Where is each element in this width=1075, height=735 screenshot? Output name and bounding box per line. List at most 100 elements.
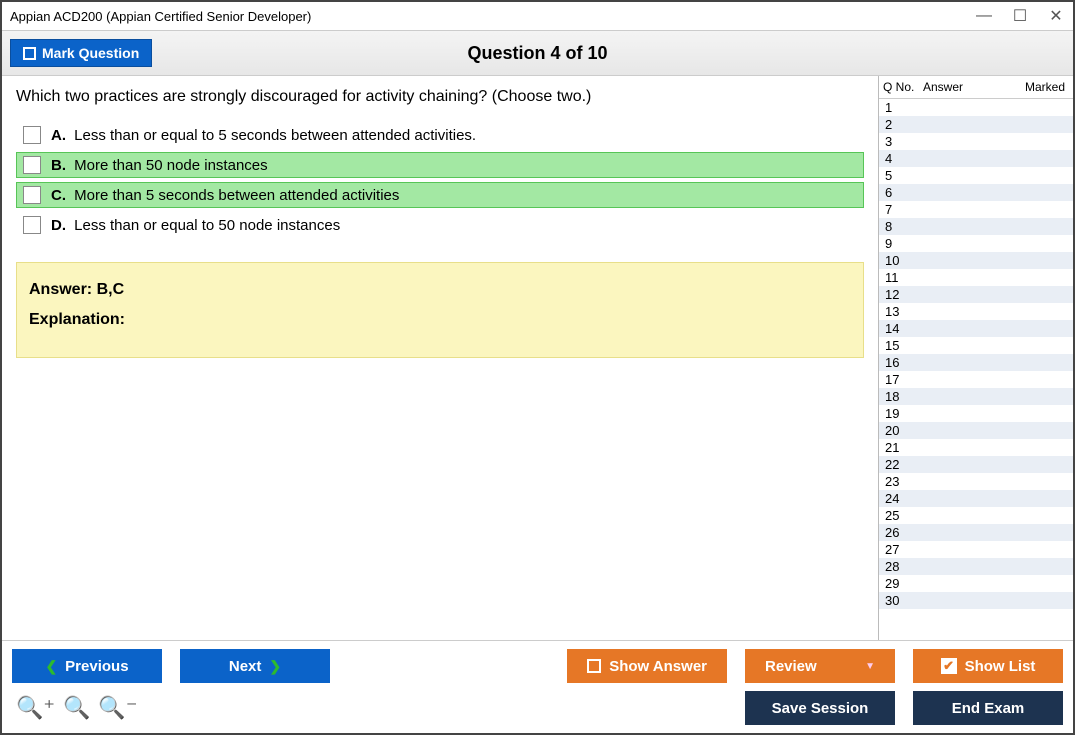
question-list-row[interactable]: 17 xyxy=(879,371,1073,388)
option-checkbox[interactable] xyxy=(23,156,41,174)
option-label: Less than or equal to 50 node instances xyxy=(70,217,340,234)
options-list: A. Less than or equal to 5 seconds betwe… xyxy=(16,122,864,238)
triangle-down-icon: ▼ xyxy=(865,661,875,672)
question-list-row[interactable]: 7 xyxy=(879,201,1073,218)
next-label: Next xyxy=(229,658,262,675)
save-session-label: Save Session xyxy=(772,700,869,717)
show-answer-label: Show Answer xyxy=(609,658,707,675)
option-letter: D. xyxy=(51,217,66,234)
chevron-left-icon: ❮ xyxy=(45,658,57,675)
minimize-icon[interactable]: — xyxy=(975,7,993,25)
question-list-row[interactable]: 12 xyxy=(879,286,1073,303)
next-button[interactable]: Next ❯ xyxy=(180,649,330,683)
main-area: Which two practices are strongly discour… xyxy=(2,76,1073,640)
window-controls: — ☐ ✕ xyxy=(975,6,1065,26)
button-row-1: ❮ Previous Next ❯ Show Answer Review ▼ ✔… xyxy=(12,649,1063,683)
option-text: C. More than 5 seconds between attended … xyxy=(51,187,399,204)
end-exam-label: End Exam xyxy=(952,700,1025,717)
option-row[interactable]: D. Less than or equal to 50 node instanc… xyxy=(16,212,864,238)
answer-line: Answer: B,C xyxy=(29,281,851,299)
question-list-row[interactable]: 2 xyxy=(879,116,1073,133)
side-header: Q No. Answer Marked xyxy=(879,76,1073,99)
answer-block: Answer: B,C Explanation: xyxy=(16,262,864,358)
option-row[interactable]: C. More than 5 seconds between attended … xyxy=(16,182,864,208)
question-list-row[interactable]: 9 xyxy=(879,235,1073,252)
question-list-row[interactable]: 20 xyxy=(879,422,1073,439)
side-list[interactable]: 1234567891011121314151617181920212223242… xyxy=(879,99,1073,640)
question-list-row[interactable]: 22 xyxy=(879,456,1073,473)
question-list-row[interactable]: 10 xyxy=(879,252,1073,269)
close-icon[interactable]: ✕ xyxy=(1047,6,1065,26)
question-list-row[interactable]: 13 xyxy=(879,303,1073,320)
zoom-controls: 🔍⁺ 🔍 🔍⁻ xyxy=(12,695,137,721)
option-label: Less than or equal to 5 seconds between … xyxy=(70,127,476,144)
question-list-row[interactable]: 6 xyxy=(879,184,1073,201)
show-list-label: Show List xyxy=(965,658,1036,675)
col-answer: Answer xyxy=(923,80,1013,94)
titlebar: Appian ACD200 (Appian Certified Senior D… xyxy=(2,2,1073,30)
question-list-row[interactable]: 5 xyxy=(879,167,1073,184)
option-row[interactable]: B. More than 50 node instances xyxy=(16,152,864,178)
option-text: B. More than 50 node instances xyxy=(51,157,268,174)
question-list-row[interactable]: 27 xyxy=(879,541,1073,558)
header-bar: Mark Question Question 4 of 10 xyxy=(2,30,1073,76)
mark-question-label: Mark Question xyxy=(42,45,139,61)
question-list-row[interactable]: 15 xyxy=(879,337,1073,354)
app-window: Appian ACD200 (Appian Certified Senior D… xyxy=(0,0,1075,735)
question-list-row[interactable]: 18 xyxy=(879,388,1073,405)
question-list-row[interactable]: 16 xyxy=(879,354,1073,371)
maximize-icon[interactable]: ☐ xyxy=(1011,6,1029,26)
mark-question-button[interactable]: Mark Question xyxy=(10,39,152,67)
explanation-label: Explanation: xyxy=(29,311,851,329)
question-list-row[interactable]: 3 xyxy=(879,133,1073,150)
save-session-button[interactable]: Save Session xyxy=(745,691,895,725)
question-list-row[interactable]: 4 xyxy=(879,150,1073,167)
show-list-button[interactable]: ✔ Show List xyxy=(913,649,1063,683)
question-list-row[interactable]: 25 xyxy=(879,507,1073,524)
question-counter: Question 4 of 10 xyxy=(2,43,1073,64)
option-label: More than 5 seconds between attended act… xyxy=(70,187,399,204)
question-list-row[interactable]: 14 xyxy=(879,320,1073,337)
review-button[interactable]: Review ▼ xyxy=(745,649,895,683)
col-qno: Q No. xyxy=(883,80,923,94)
option-text: A. Less than or equal to 5 seconds betwe… xyxy=(51,127,476,144)
option-row[interactable]: A. Less than or equal to 5 seconds betwe… xyxy=(16,122,864,148)
zoom-icon[interactable]: 🔍 xyxy=(63,695,90,721)
question-list-row[interactable]: 21 xyxy=(879,439,1073,456)
checkbox-icon xyxy=(23,47,36,60)
checkbox-checked-icon: ✔ xyxy=(941,658,957,674)
question-list-row[interactable]: 11 xyxy=(879,269,1073,286)
question-list-row[interactable]: 28 xyxy=(879,558,1073,575)
option-checkbox[interactable] xyxy=(23,186,41,204)
bottom-bar: ❮ Previous Next ❯ Show Answer Review ▼ ✔… xyxy=(2,640,1073,733)
review-label: Review xyxy=(765,658,817,675)
option-text: D. Less than or equal to 50 node instanc… xyxy=(51,217,340,234)
window-title: Appian ACD200 (Appian Certified Senior D… xyxy=(10,9,311,24)
option-letter: B. xyxy=(51,157,66,174)
option-letter: A. xyxy=(51,127,66,144)
question-list-row[interactable]: 23 xyxy=(879,473,1073,490)
question-list-row[interactable]: 26 xyxy=(879,524,1073,541)
col-marked: Marked xyxy=(1013,80,1069,94)
option-checkbox[interactable] xyxy=(23,126,41,144)
button-row-2: 🔍⁺ 🔍 🔍⁻ Save Session End Exam xyxy=(12,691,1063,725)
previous-label: Previous xyxy=(65,658,128,675)
question-list-row[interactable]: 29 xyxy=(879,575,1073,592)
question-list-row[interactable]: 19 xyxy=(879,405,1073,422)
question-list-row[interactable]: 8 xyxy=(879,218,1073,235)
question-list-row[interactable]: 24 xyxy=(879,490,1073,507)
option-label: More than 50 node instances xyxy=(70,157,268,174)
end-exam-button[interactable]: End Exam xyxy=(913,691,1063,725)
question-list-row[interactable]: 30 xyxy=(879,592,1073,609)
previous-button[interactable]: ❮ Previous xyxy=(12,649,162,683)
show-answer-button[interactable]: Show Answer xyxy=(567,649,727,683)
option-letter: C. xyxy=(51,187,66,204)
chevron-right-icon: ❯ xyxy=(269,658,281,675)
question-content: Which two practices are strongly discour… xyxy=(2,76,878,640)
option-checkbox[interactable] xyxy=(23,216,41,234)
question-list-row[interactable]: 1 xyxy=(879,99,1073,116)
question-text: Which two practices are strongly discour… xyxy=(16,88,864,106)
zoom-out-icon[interactable]: 🔍⁻ xyxy=(98,695,137,721)
question-list-panel: Q No. Answer Marked 12345678910111213141… xyxy=(878,76,1073,640)
zoom-in-icon[interactable]: 🔍⁺ xyxy=(16,695,55,721)
